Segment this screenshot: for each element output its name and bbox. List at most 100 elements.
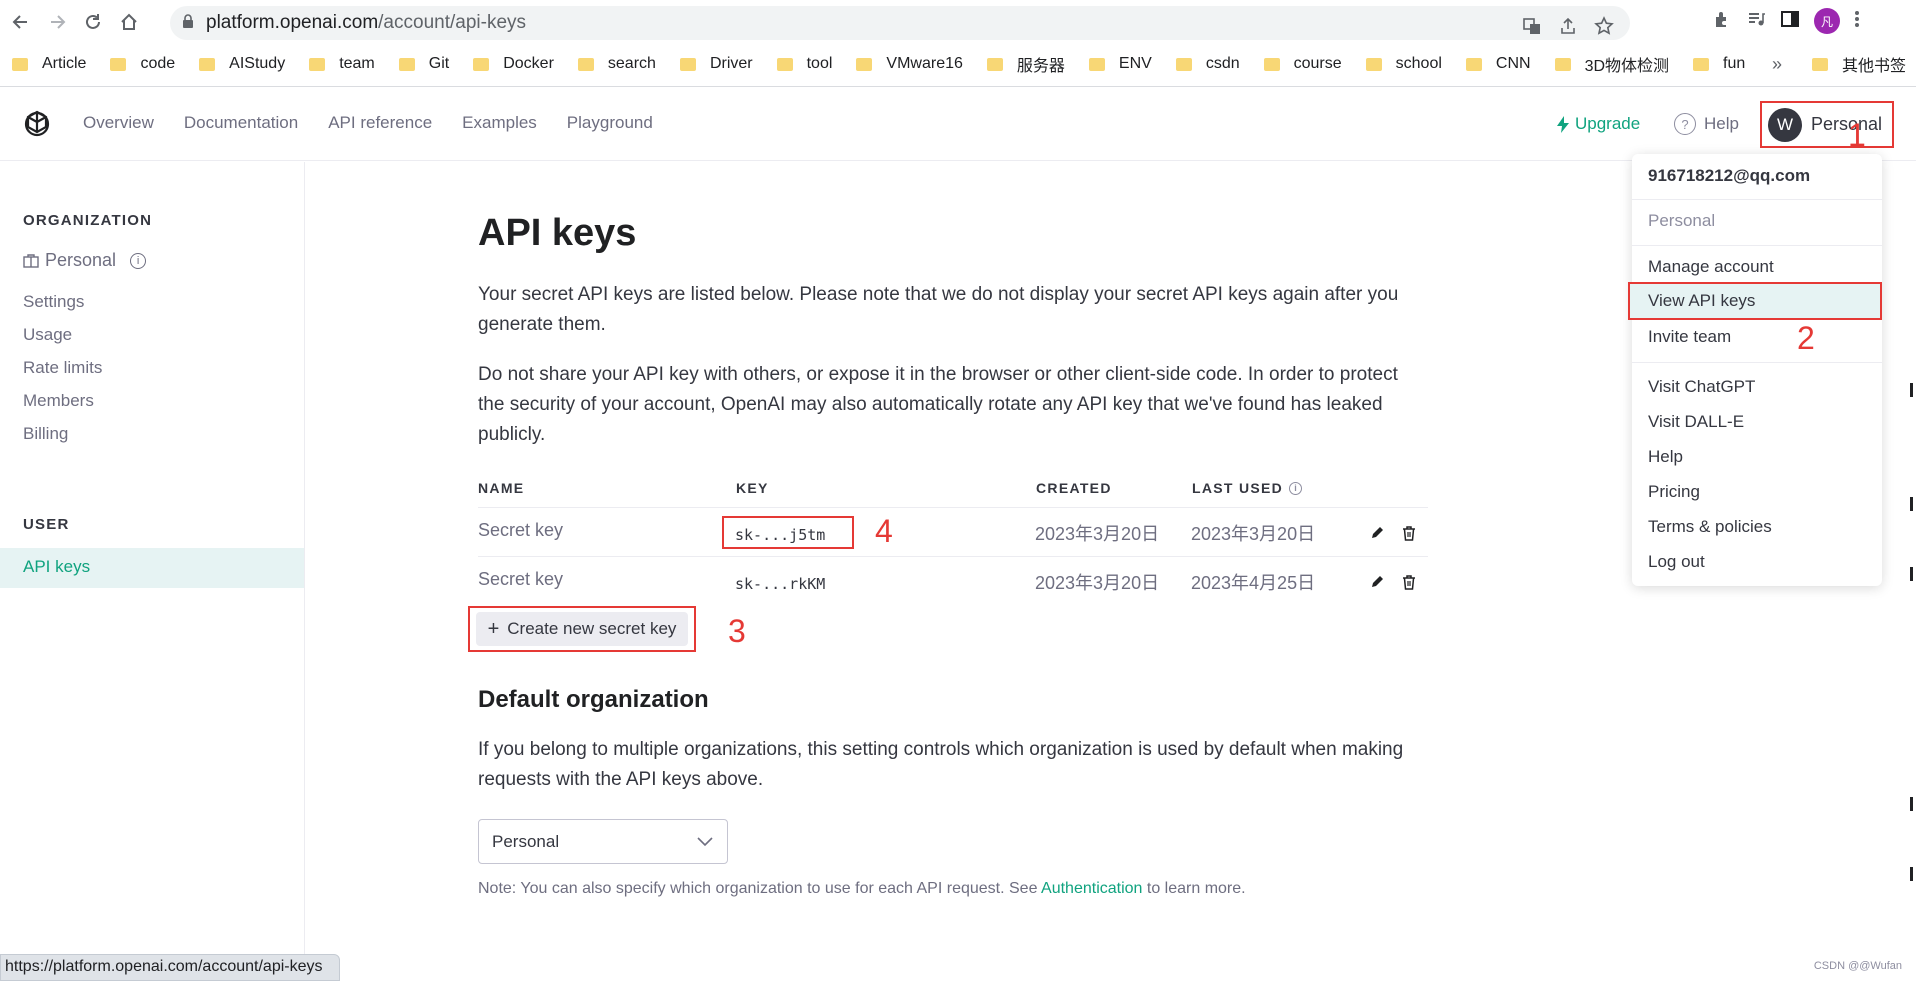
bookmark-item[interactable]: 3D物体检测 — [1554, 52, 1669, 76]
bookmark-item[interactable]: Git — [398, 55, 449, 73]
annotation-2: 2 — [1797, 320, 1815, 356]
folder-icon — [986, 57, 1003, 71]
sidebar-item-usage[interactable]: Usage — [23, 325, 72, 345]
upgrade-link[interactable]: Upgrade — [1557, 114, 1640, 134]
view-api-keys-item[interactable]: View API keys — [1630, 284, 1880, 318]
bookmark-item[interactable]: AIStudy — [199, 55, 285, 73]
sidebar-item-api-keys[interactable]: API keys — [0, 548, 304, 588]
back-icon[interactable] — [6, 7, 36, 37]
account-label: Personal — [1811, 114, 1883, 134]
media-icon[interactable] — [1746, 9, 1766, 34]
user-heading: USER — [23, 516, 70, 533]
folder-icon — [398, 57, 415, 71]
warning-paragraph: Do not share your API key with others, o… — [478, 364, 1398, 445]
note-prefix: Note: You can also specify which organiz… — [478, 880, 1042, 897]
bookmark-label: course — [1293, 55, 1342, 72]
sidebar-item-rate-limits[interactable]: Rate limits — [23, 358, 102, 378]
sidebar: ORGANIZATION Personal i Settings Usage Rat… — [0, 162, 305, 981]
org-heading: ORGANIZATION — [23, 212, 153, 229]
edit-icon[interactable] — [1367, 523, 1387, 543]
dropdown-item-visit-dall-e[interactable]: Visit DALL-E — [1648, 412, 1744, 432]
bookmark-item[interactable]: tool — [776, 55, 832, 73]
translate-icon[interactable] — [1522, 16, 1542, 42]
bookmark-item[interactable]: code — [110, 55, 175, 73]
profile-avatar[interactable]: 凡 — [1814, 8, 1840, 34]
help-link[interactable]: ? Help — [1674, 113, 1739, 135]
bookmark-item[interactable]: CNN — [1465, 55, 1531, 73]
folder-icon — [1465, 57, 1482, 71]
scrollbar-mark — [1910, 383, 1913, 397]
bookmark-item[interactable]: ENV — [1088, 55, 1152, 73]
row-divider — [478, 507, 1428, 508]
info-icon: i — [1289, 481, 1303, 495]
other-bookmarks[interactable]: 其他书签 — [1812, 52, 1906, 76]
sidebar-item-billing[interactable]: Billing — [23, 424, 68, 444]
bookmark-item[interactable]: course — [1263, 55, 1342, 73]
bookmark-item[interactable]: school — [1365, 55, 1442, 73]
sidebar-item-settings[interactable]: Settings — [23, 292, 84, 312]
dropdown-org[interactable]: Personal — [1648, 211, 1715, 231]
sidebar-item-members[interactable]: Members — [23, 391, 94, 411]
bookmark-item[interactable]: search — [577, 55, 656, 73]
openai-logo-icon[interactable] — [22, 109, 52, 139]
bookmark-item[interactable]: fun — [1693, 55, 1745, 73]
account-dropdown: 916718212@qq.com Personal Manage account… — [1628, 154, 1882, 586]
key-last-used: 2023年4月25日 — [1191, 573, 1316, 593]
bookmark-item[interactable]: 服务器 — [986, 52, 1065, 76]
trash-icon[interactable] — [1399, 523, 1419, 543]
dropdown-item-pricing[interactable]: Pricing — [1648, 482, 1700, 502]
lock-icon — [182, 12, 194, 34]
nav-link-examples[interactable]: Examples — [462, 113, 537, 133]
bookmark-item[interactable]: Docker — [473, 55, 554, 73]
avatar: W — [1768, 107, 1802, 142]
bookmarks-more-button[interactable]: » — [1772, 54, 1782, 75]
bookmark-label: Article — [42, 55, 87, 72]
bookmark-label: code — [140, 55, 176, 72]
scrollbar-mark — [1910, 797, 1913, 811]
org-selector[interactable]: Personal i — [23, 250, 147, 271]
forward-icon[interactable] — [42, 7, 72, 37]
org-select[interactable]: Personal — [478, 819, 728, 864]
bookmark-label: csdn — [1205, 55, 1240, 72]
page-title: API keys — [478, 212, 637, 254]
nav-link-playground[interactable]: Playground — [567, 113, 653, 133]
side-panel-icon[interactable] — [1780, 9, 1800, 34]
reload-icon[interactable] — [78, 7, 108, 37]
view-api-keys-label: View API keys — [1648, 291, 1756, 310]
bookmark-item[interactable]: csdn — [1175, 55, 1240, 73]
bookmark-item[interactable]: Driver — [679, 55, 753, 73]
home-icon[interactable] — [114, 7, 144, 37]
dropdown-email: 916718212@qq.com — [1648, 166, 1811, 185]
create-new-secret-key-button[interactable]: + Create new secret key — [476, 612, 688, 646]
annotation-4: 4 — [875, 513, 893, 549]
folder-icon — [1554, 57, 1571, 71]
bookmark-label: search — [607, 55, 656, 72]
invite-team-item[interactable]: Invite team — [1648, 327, 1731, 347]
scrollbar-mark — [1910, 867, 1913, 881]
share-icon[interactable] — [1558, 16, 1578, 42]
folder-icon — [199, 57, 216, 71]
bookmark-item[interactable]: VMware16 — [856, 55, 963, 73]
extensions-icon[interactable] — [1712, 9, 1732, 34]
dropdown-item-help[interactable]: Help — [1648, 447, 1683, 467]
account-button[interactable]: W Personal — [1760, 101, 1894, 148]
edit-icon[interactable] — [1367, 572, 1387, 592]
manage-account-item[interactable]: Manage account — [1648, 257, 1774, 277]
dropdown-item-log-out[interactable]: Log out — [1648, 552, 1705, 572]
dropdown-item-terms-policies[interactable]: Terms & policies — [1648, 517, 1772, 537]
folder-icon — [1088, 57, 1105, 71]
authentication-link[interactable]: Authentication — [1041, 880, 1142, 897]
bookmark-item[interactable]: team — [309, 55, 375, 73]
bookmark-item[interactable]: Article — [12, 55, 86, 73]
nav-link-documentation[interactable]: Documentation — [184, 113, 298, 133]
star-icon[interactable] — [1594, 16, 1614, 42]
bookmark-label: fun — [1723, 55, 1746, 72]
trash-icon[interactable] — [1399, 572, 1419, 592]
scrollbar-mark — [1910, 497, 1913, 511]
nav-link-api-reference[interactable]: API reference — [328, 113, 432, 133]
folder-icon — [309, 57, 326, 71]
dropdown-item-visit-chatgpt[interactable]: Visit ChatGPT — [1648, 377, 1755, 397]
menu-dots-icon[interactable] — [1854, 9, 1860, 34]
nav-link-overview[interactable]: Overview — [83, 113, 154, 133]
address-bar[interactable]: platform.openai.com/account/api-keys — [170, 6, 1630, 40]
